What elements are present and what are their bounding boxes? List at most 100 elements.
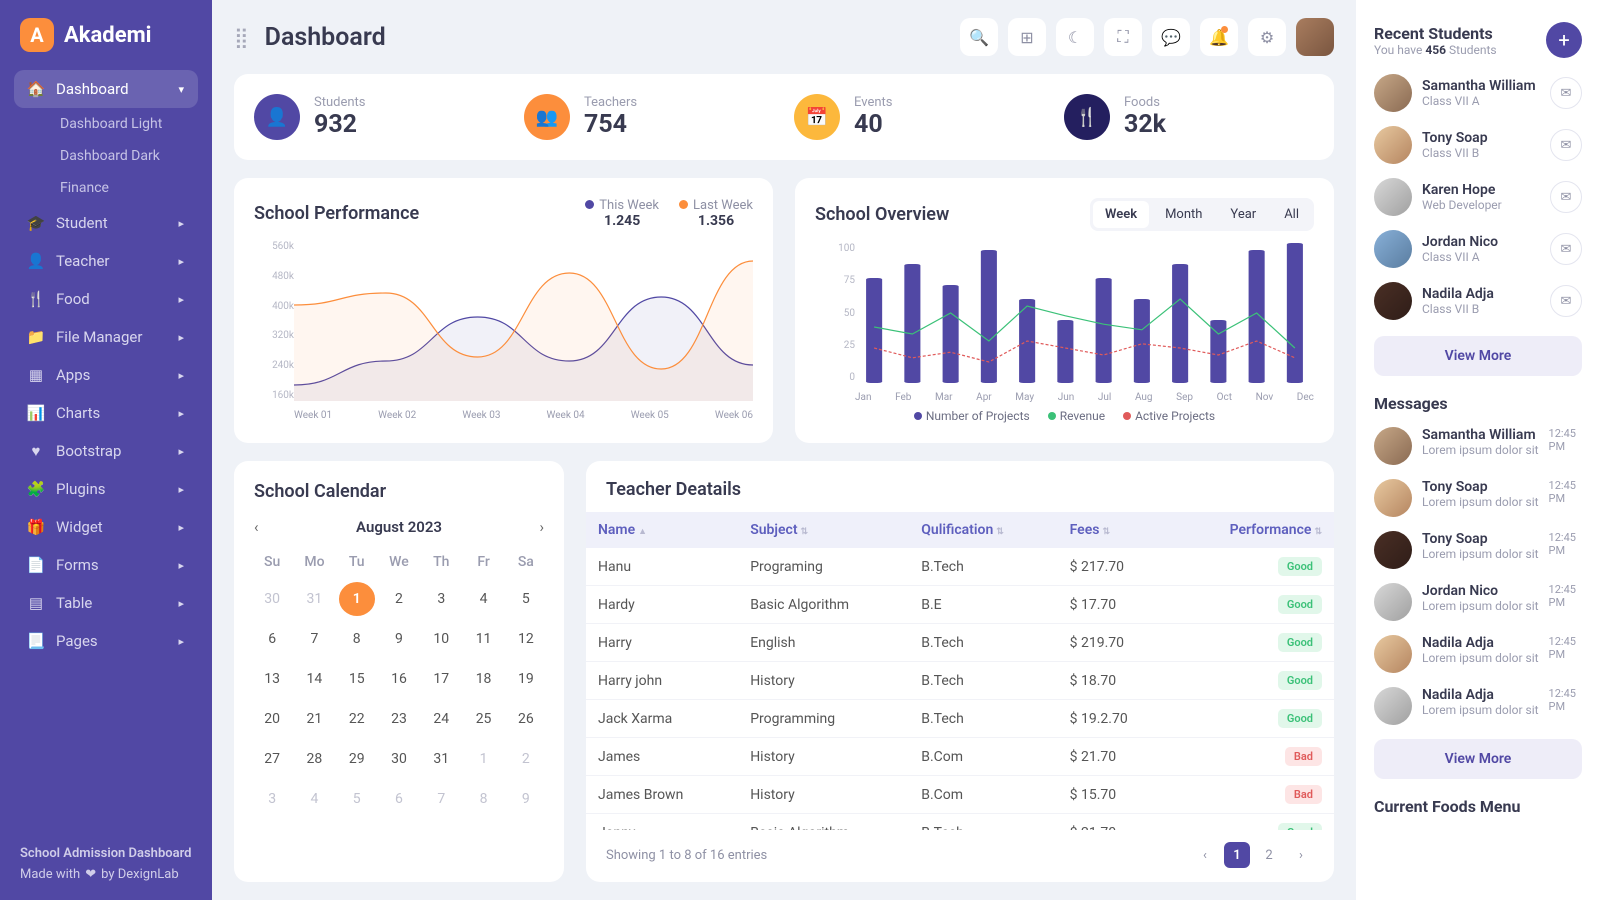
cal-day[interactable]: 18 [465, 662, 501, 696]
mail-button[interactable]: ✉ [1550, 181, 1582, 213]
cal-day[interactable]: 31 [423, 742, 459, 776]
nav-dashboard[interactable]: 🏠Dashboard▾ [14, 70, 198, 108]
student-row[interactable]: Samantha WilliamClass VII A✉ [1374, 74, 1582, 112]
cal-day[interactable]: 1 [465, 742, 501, 776]
mail-button[interactable]: ✉ [1550, 129, 1582, 161]
cal-day[interactable]: 15 [339, 662, 375, 696]
logo[interactable]: A Akademi [0, 18, 212, 70]
student-row[interactable]: Tony SoapClass VII B✉ [1374, 126, 1582, 164]
nav-food[interactable]: 🍴Food▸ [14, 280, 198, 318]
cal-day[interactable]: 10 [423, 622, 459, 656]
student-row[interactable]: Nadila AdjaClass VII B✉ [1374, 282, 1582, 320]
cal-day[interactable]: 12 [508, 622, 544, 656]
table-row[interactable]: James BrownHistoryB.Com$ 15.70Bad [586, 776, 1334, 814]
apps-button[interactable]: ⊞ [1008, 18, 1046, 56]
nav-sub-dashboard-light[interactable]: Dashboard Light [14, 108, 198, 140]
nav-sub-finance[interactable]: Finance [14, 172, 198, 204]
view-more-students-button[interactable]: View More [1374, 336, 1582, 376]
nav-pages[interactable]: 📃Pages▸ [14, 622, 198, 660]
cal-prev-button[interactable]: ‹ [254, 518, 259, 536]
cal-day[interactable]: 4 [465, 582, 501, 616]
message-row[interactable]: Jordan NicoLorem ipsum dolor sit12:45 PM [1374, 583, 1582, 621]
nav-teacher[interactable]: 👤Teacher▸ [14, 242, 198, 280]
nav-student[interactable]: 🎓Student▸ [14, 204, 198, 242]
nav-file-manager[interactable]: 📁File Manager▸ [14, 318, 198, 356]
cal-day[interactable]: 2 [508, 742, 544, 776]
mail-button[interactable]: ✉ [1550, 233, 1582, 265]
chat-button[interactable]: 💬 [1152, 18, 1190, 56]
menu-grip-icon[interactable]: ⣿ [234, 25, 249, 49]
nav-table[interactable]: ▤Table▸ [14, 584, 198, 622]
cal-day[interactable]: 21 [296, 702, 332, 736]
student-row[interactable]: Karen HopeWeb Developer✉ [1374, 178, 1582, 216]
cal-day[interactable]: 28 [296, 742, 332, 776]
cal-day[interactable]: 13 [254, 662, 290, 696]
message-row[interactable]: Tony SoapLorem ipsum dolor sit12:45 PM [1374, 531, 1582, 569]
settings-button[interactable]: ⚙ [1248, 18, 1286, 56]
nav-bootstrap[interactable]: ♥Bootstrap▸ [14, 432, 198, 470]
tab-week[interactable]: Week [1093, 201, 1149, 228]
cal-day[interactable]: 1 [339, 582, 375, 616]
fullscreen-button[interactable]: ⛶ [1104, 18, 1142, 56]
cal-day[interactable]: 16 [381, 662, 417, 696]
search-button[interactable]: 🔍 [960, 18, 998, 56]
cal-day[interactable]: 19 [508, 662, 544, 696]
table-row[interactable]: HanuProgramingB.Tech$ 217.70Good [586, 548, 1334, 586]
tab-year[interactable]: Year [1218, 201, 1268, 228]
notifications-button[interactable]: 🔔 [1200, 18, 1238, 56]
cal-day[interactable]: 8 [465, 782, 501, 816]
message-row[interactable]: Samantha WilliamLorem ipsum dolor sit12:… [1374, 427, 1582, 465]
message-row[interactable]: Nadila AdjaLorem ipsum dolor sit12:45 PM [1374, 635, 1582, 673]
cal-day[interactable]: 7 [423, 782, 459, 816]
cal-day[interactable]: 7 [296, 622, 332, 656]
table-row[interactable]: JannyBasic AlgorithmB.Tech$ 21.70Good [586, 814, 1334, 831]
cal-day[interactable]: 24 [423, 702, 459, 736]
col-name[interactable]: Name▲ [586, 512, 738, 548]
nav-forms[interactable]: 📄Forms▸ [14, 546, 198, 584]
col-fees[interactable]: Fees⇅ [1058, 512, 1172, 548]
cal-day[interactable]: 9 [508, 782, 544, 816]
cal-day[interactable]: 11 [465, 622, 501, 656]
tab-month[interactable]: Month [1153, 201, 1214, 228]
message-row[interactable]: Tony SoapLorem ipsum dolor sit12:45 PM [1374, 479, 1582, 517]
student-row[interactable]: Jordan NicoClass VII A✉ [1374, 230, 1582, 268]
tab-all[interactable]: All [1272, 201, 1311, 228]
col-performance[interactable]: Performance⇅ [1172, 512, 1334, 548]
page-2[interactable]: 2 [1256, 842, 1282, 868]
table-row[interactable]: Harry johnHistoryB.Tech$ 18.70Good [586, 662, 1334, 700]
mail-button[interactable]: ✉ [1550, 285, 1582, 317]
nav-charts[interactable]: 📊Charts▸ [14, 394, 198, 432]
page-next[interactable]: › [1288, 842, 1314, 868]
cal-day[interactable]: 2 [381, 582, 417, 616]
user-avatar[interactable] [1296, 18, 1334, 56]
cal-day[interactable]: 31 [296, 582, 332, 616]
table-row[interactable]: Jack XarmaProgrammingB.Tech$ 19.2.70Good [586, 700, 1334, 738]
nav-widget[interactable]: 🎁Widget▸ [14, 508, 198, 546]
cal-day[interactable]: 17 [423, 662, 459, 696]
cal-day[interactable]: 29 [339, 742, 375, 776]
cal-day[interactable]: 27 [254, 742, 290, 776]
cal-day[interactable]: 5 [508, 582, 544, 616]
cal-day[interactable]: 25 [465, 702, 501, 736]
table-row[interactable]: HardyBasic AlgorithmB.E$ 17.70Good [586, 586, 1334, 624]
cal-day[interactable]: 6 [254, 622, 290, 656]
nav-plugins[interactable]: 🧩Plugins▸ [14, 470, 198, 508]
add-student-button[interactable]: + [1546, 22, 1582, 58]
table-row[interactable]: JamesHistoryB.Com$ 21.70Bad [586, 738, 1334, 776]
message-row[interactable]: Nadila AdjaLorem ipsum dolor sit12:45 PM [1374, 687, 1582, 725]
mail-button[interactable]: ✉ [1550, 77, 1582, 109]
col-subject[interactable]: Subject⇅ [738, 512, 909, 548]
cal-day[interactable]: 30 [381, 742, 417, 776]
nav-apps[interactable]: ▦Apps▸ [14, 356, 198, 394]
cal-day[interactable]: 6 [381, 782, 417, 816]
cal-day[interactable]: 4 [296, 782, 332, 816]
cal-day[interactable]: 26 [508, 702, 544, 736]
cal-day[interactable]: 3 [423, 582, 459, 616]
cal-day[interactable]: 14 [296, 662, 332, 696]
darkmode-button[interactable]: ☾ [1056, 18, 1094, 56]
cal-next-button[interactable]: › [539, 518, 544, 536]
cal-day[interactable]: 9 [381, 622, 417, 656]
cal-day[interactable]: 3 [254, 782, 290, 816]
nav-sub-dashboard-dark[interactable]: Dashboard Dark [14, 140, 198, 172]
cal-day[interactable]: 8 [339, 622, 375, 656]
